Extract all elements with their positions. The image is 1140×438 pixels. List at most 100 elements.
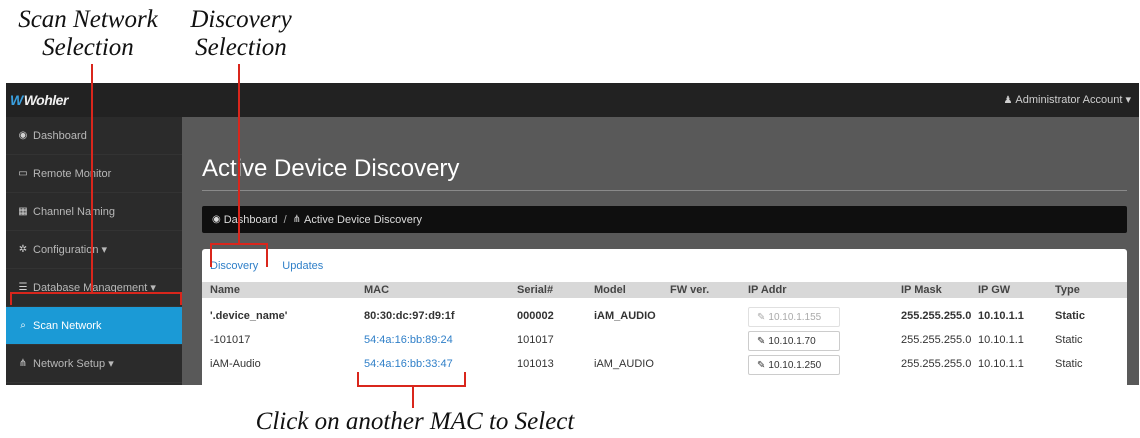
edit-icon: ✎: [757, 335, 766, 347]
breadcrumb-home[interactable]: Dashboard: [224, 214, 278, 226]
disc-caption-line2: Selection: [195, 34, 287, 61]
logo-text: Wohler: [23, 92, 69, 108]
discovery-callout-bracket-left: [210, 243, 212, 267]
scan-callout-line: [91, 64, 93, 292]
col-type: Type: [1055, 284, 1080, 296]
device-name: -101017: [210, 334, 251, 346]
sidebar-item-scan-network[interactable]: ⌕ Scan Network: [6, 307, 182, 345]
device-mac-link[interactable]: 54:4a:16:bb:89:24: [364, 328, 453, 352]
discovery-callout-line: [238, 64, 240, 244]
app-window: WWohler ♟ Administrator Account ▾ ◉ Dashbo…: [6, 83, 1139, 385]
top-navbar: WWohler ♟ Administrator Account ▾: [6, 83, 1139, 117]
device-name: '.device_name': [210, 310, 288, 322]
device-gw: 10.10.1.1: [978, 358, 1024, 370]
device-gw: 10.10.1.1: [978, 310, 1024, 322]
wohler-logo[interactable]: WWohler: [10, 92, 68, 108]
sidebar: ◉ Dashboard ▭ Remote Monitor ▦ Channel Nami…: [6, 117, 182, 385]
sidebar-item-channel-naming[interactable]: ▦ Channel Naming: [6, 193, 182, 231]
caret-down-icon: ▾: [1125, 94, 1131, 106]
sidebar-item-label: Dashboard: [33, 129, 87, 142]
breadcrumb: ◉ Dashboard / ⋔ Active Device Discovery: [202, 206, 1127, 233]
device-gw: 10.10.1.1: [978, 334, 1024, 346]
scan-network-caption: Scan Network Selection: [2, 6, 174, 62]
edit-icon: ✎: [757, 359, 766, 371]
sidebar-item-database-management[interactable]: ☰ Database Management ▾: [6, 269, 182, 307]
scan-caption-line1: Scan Network: [18, 6, 158, 33]
tab-discovery[interactable]: Discovery: [210, 260, 258, 272]
sidebar-item-label: Configuration: [33, 243, 99, 256]
ip-edit-button[interactable]: ✎ 10.10.1.250: [748, 355, 840, 375]
col-fw: FW ver.: [670, 284, 710, 296]
tab-updates[interactable]: Updates: [282, 260, 323, 272]
col-ip-gw: IP GW: [978, 284, 1011, 296]
mac-callout-bracket-right: [464, 372, 466, 387]
col-ip-mask: IP Mask: [901, 284, 942, 296]
discovery-panel: Discovery Updates Name MAC Serial# Model…: [202, 249, 1127, 385]
discovery-caption: Discovery Selection: [182, 6, 300, 62]
sidebar-item-label: Network Setup: [33, 357, 106, 370]
device-mac: 80:30:dc:97:d9:1f: [364, 310, 455, 322]
device-serial: 000002: [517, 310, 554, 322]
monitor-icon: ▭: [18, 168, 28, 179]
account-menu[interactable]: ♟ Administrator Account ▾: [1003, 93, 1131, 106]
device-type: Static: [1055, 310, 1085, 322]
tab-bar: Discovery Updates: [210, 260, 347, 272]
device-mask: 255.255.255.0: [901, 358, 972, 370]
title-divider: [202, 190, 1127, 191]
sidebar-item-label: Remote Monitor: [33, 167, 112, 180]
sidebar-item-label: Scan Network: [33, 319, 102, 332]
sidebar-item-configuration[interactable]: ✲ Configuration ▾: [6, 231, 182, 269]
device-model: iAM_AUDIO: [594, 358, 654, 370]
caret-down-icon: ▾: [108, 358, 114, 370]
table-row: iAM-Audio 54:4a:16:bb:33:47 101013 iAM_A…: [202, 352, 1127, 376]
account-label: Administrator Account: [1015, 94, 1123, 106]
ip-value: 10.10.1.250: [768, 359, 822, 371]
device-serial: 101017: [517, 334, 554, 346]
scan-caption-line2: Selection: [42, 34, 134, 61]
col-ip-addr: IP Addr: [748, 284, 787, 296]
ip-edit-button[interactable]: ✎ 10.10.1.70: [748, 331, 840, 351]
search-icon: ⌕: [20, 320, 26, 331]
table-row: -101017 54:4a:16:bb:89:24 101017 ✎ 10.10.…: [202, 328, 1127, 352]
discovery-callout-bracket-right: [266, 243, 268, 267]
table-row: '.device_name' 80:30:dc:97:d9:1f 000002 …: [202, 304, 1127, 328]
breadcrumb-separator: /: [283, 213, 287, 226]
device-serial: 101013: [517, 358, 554, 370]
ip-value: 10.10.1.70: [768, 335, 816, 347]
disc-caption-line1: Discovery: [190, 6, 292, 33]
sidebar-item-network-setup[interactable]: ⋔ Network Setup ▾: [6, 345, 182, 383]
ip-edit-button[interactable]: ✎ 10.10.1.155: [748, 307, 840, 327]
sidebar-item-label: Channel Naming: [33, 205, 115, 218]
table-icon: ▦: [18, 206, 28, 217]
mac-callout-line: [412, 386, 414, 408]
page-title: Active Device Discovery: [202, 155, 460, 182]
col-model: Model: [594, 284, 626, 296]
cogs-icon: ✲: [18, 244, 28, 255]
device-type: Static: [1055, 358, 1083, 370]
sitemap-icon: ⋔: [292, 214, 302, 225]
device-model: iAM_AUDIO: [594, 310, 656, 322]
breadcrumb-current: Active Device Discovery: [304, 213, 422, 226]
device-type: Static: [1055, 334, 1083, 346]
main-content: Active Device Discovery ◉ Dashboard / ⋔ …: [182, 117, 1139, 385]
sidebar-item-remote-monitor[interactable]: ▭ Remote Monitor: [6, 155, 182, 193]
mac-callout-bracket-left: [357, 372, 359, 387]
device-mac-link[interactable]: 54:4a:16:bb:33:47: [364, 352, 453, 376]
device-name: iAM-Audio: [210, 358, 261, 370]
col-serial: Serial#: [517, 284, 554, 296]
scan-callout-bracket-right: [180, 292, 182, 305]
caret-down-icon: ▾: [101, 244, 108, 256]
col-mac: MAC: [364, 284, 390, 296]
wohler-logo-icon: W: [10, 92, 23, 108]
ip-value: 10.10.1.155: [768, 311, 822, 323]
table-header: Name MAC Serial# Model FW ver. IP Addr I…: [202, 282, 1127, 298]
device-mask: 255.255.255.0: [901, 334, 972, 346]
dashboard-icon: ◉: [18, 130, 28, 141]
discovery-callout-bracket-top: [210, 243, 268, 245]
device-table: Name MAC Serial# Model FW ver. IP Addr I…: [202, 282, 1127, 376]
scan-callout-bracket-top: [10, 292, 182, 294]
sidebar-item-dashboard[interactable]: ◉ Dashboard: [6, 117, 182, 155]
col-name: Name: [210, 284, 240, 296]
mac-select-caption: Click on another MAC to Select: [255, 408, 575, 435]
user-icon: ♟: [1003, 95, 1013, 106]
